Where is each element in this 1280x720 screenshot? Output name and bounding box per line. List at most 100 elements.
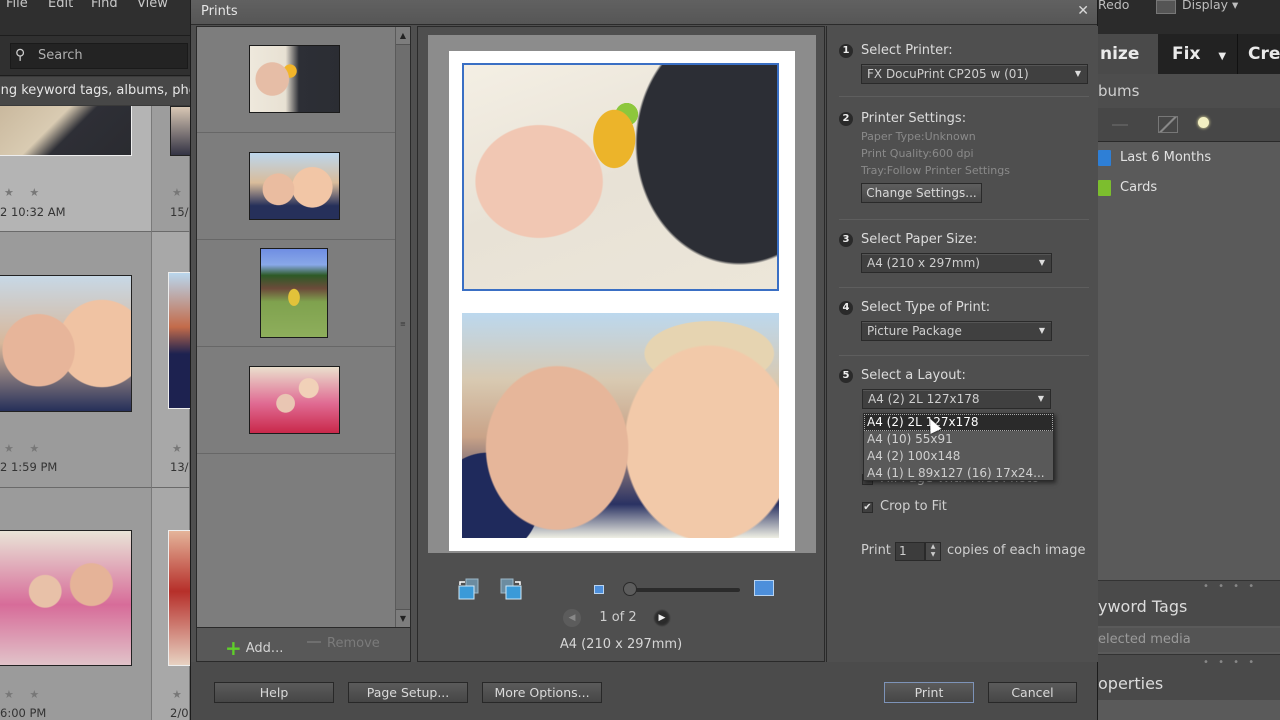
tray-info: Tray:Follow Printer Settings [861, 164, 1010, 177]
layout-option[interactable]: A4 (2) 100x148 [864, 448, 1053, 465]
preview-photo-2[interactable] [462, 313, 779, 538]
media-date: 2 1:59 PM [0, 460, 58, 474]
album-label: Last 6 Months [1120, 150, 1212, 165]
zoom-slider-handle[interactable] [623, 582, 637, 596]
change-settings-button[interactable]: Change Settings... [861, 183, 982, 203]
media-cell[interactable]: ★ 15/ [152, 106, 190, 232]
media-date: 15/ [170, 205, 189, 219]
divider [839, 219, 1089, 220]
step-title: Select a Layout: [861, 368, 966, 383]
tab-fix[interactable]: Fix ▼ [1160, 34, 1238, 74]
tab-organize[interactable]: nize [1098, 34, 1158, 74]
thumbnail-item[interactable] [197, 348, 395, 454]
scroll-grip-icon[interactable]: ≡ [400, 320, 406, 328]
media-cell[interactable]: ★ 13/ [152, 232, 190, 488]
step-number: 1 [839, 44, 853, 58]
tab-create[interactable]: Creat [1240, 34, 1280, 74]
menu-find[interactable]: Find [91, 0, 118, 11]
next-page-button[interactable]: ▶ [653, 609, 671, 627]
media-cell[interactable]: ★ ★ 2 1:59 PM [0, 232, 152, 488]
zoom-out-icon[interactable] [594, 585, 604, 594]
stepper-down-icon[interactable]: ▼ [926, 551, 940, 559]
background-menubar: File Edit Find View [0, 0, 190, 36]
menu-edit[interactable]: Edit [48, 0, 73, 11]
remove-photo-button[interactable]: Remove [307, 636, 380, 651]
paper-type-info: Paper Type:Unknown [861, 130, 976, 143]
rotate-right-icon[interactable] [498, 577, 524, 603]
step-number: 4 [839, 301, 853, 315]
media-cell[interactable]: ★ ★ 2 10:32 AM [0, 106, 152, 232]
add-photo-button[interactable]: + Add... [225, 636, 283, 660]
layout-option[interactable]: A4 (10) 55x91 [864, 431, 1053, 448]
menu-file[interactable]: File [6, 0, 28, 11]
zoom-in-icon[interactable] [754, 580, 774, 596]
copies-input[interactable]: 1 [895, 542, 925, 561]
step-title: Select Type of Print: [861, 300, 991, 315]
close-icon[interactable]: ✕ [1077, 3, 1089, 19]
dialog-footer: Help Page Setup... More Options... Print… [191, 662, 1097, 720]
printer-select[interactable]: FX DocuPrint CP205 w (01) ▼ [861, 64, 1088, 84]
media-cell[interactable]: ★ 2/0 [152, 488, 190, 720]
thumbnail-item[interactable] [197, 134, 395, 240]
rating-stars: ★ [172, 688, 188, 701]
dialog-titlebar[interactable]: Prints ✕ [191, 0, 1097, 25]
keyword-tags-panel[interactable]: • • • • yword Tags [1098, 580, 1280, 626]
photo-thumbnail-list: ▲ ≡ ▼ [196, 26, 411, 628]
cancel-button[interactable]: Cancel [988, 682, 1077, 703]
background-search-input[interactable]: ⚲ Search [10, 43, 188, 69]
properties-panel[interactable]: • • • • operties [1098, 654, 1280, 700]
print-button[interactable]: Print [884, 682, 974, 703]
step-number: 2 [839, 112, 853, 126]
minus-icon [307, 641, 321, 643]
panel-grip[interactable]: • • • • [1203, 657, 1257, 668]
redo-button[interactable]: Redo [1098, 0, 1129, 12]
albums-header: bums [1098, 74, 1280, 108]
rotate-left-icon[interactable] [456, 577, 482, 603]
layout-dropdown-list: A4 (2) 2L 127x178 A4 (10) 55x91 A4 (2) 1… [863, 413, 1054, 481]
paper-size-select-value: A4 (210 x 297mm) [867, 256, 980, 270]
media-thumbnail [170, 106, 190, 156]
preview-photo-1[interactable] [462, 63, 779, 291]
layout-option[interactable]: A4 (1) L 89x127 (16) 17x24... [864, 465, 1053, 482]
divider [839, 355, 1089, 356]
page-setup-button[interactable]: Page Setup... [348, 682, 468, 703]
print-type-select[interactable]: Picture Package ▼ [861, 321, 1052, 341]
media-date: 6:00 PM [0, 706, 47, 720]
background-right-panel: Redo Display ▾ nize Fix ▼ Creat bums Last… [1098, 0, 1280, 720]
search-label: Search [38, 48, 83, 63]
thumbnail-item[interactable] [197, 27, 395, 133]
edit-album-icon[interactable] [1158, 116, 1178, 133]
more-options-button[interactable]: More Options... [482, 682, 602, 703]
remove-album-icon[interactable] [1112, 124, 1128, 126]
thumbnail-item[interactable] [197, 241, 395, 347]
media-cell[interactable]: ★ ★ 6:00 PM [0, 488, 152, 720]
divider [839, 96, 1089, 97]
help-button[interactable]: Help [214, 682, 334, 703]
crop-to-fit-checkbox[interactable]: ✔ [862, 502, 873, 513]
chevron-down-icon: ▼ [1218, 51, 1227, 62]
paper-size-select[interactable]: A4 (210 x 297mm) ▼ [861, 253, 1052, 273]
thumbnail-scrollbar[interactable]: ▲ ≡ ▼ [395, 27, 410, 627]
step-title: Printer Settings: [861, 111, 967, 126]
stepper-up-icon[interactable]: ▲ [926, 543, 940, 551]
chevron-down-icon: ▼ [1038, 326, 1045, 335]
dialog-title: Prints [201, 4, 238, 19]
rating-stars: ★ ★ [4, 688, 46, 701]
zoom-slider[interactable] [628, 588, 740, 592]
lightbulb-icon[interactable] [1198, 117, 1209, 128]
scroll-down-icon[interactable]: ▼ [396, 609, 410, 627]
display-menu[interactable]: Display ▾ [1182, 0, 1238, 12]
menu-view[interactable]: View [137, 0, 168, 11]
layout-option[interactable]: A4 (2) 2L 127x178 [864, 414, 1053, 431]
panel-grip[interactable]: • • • • [1203, 581, 1257, 592]
print-preview-area: ◀ 1 of 2 ▶ A4 (210 x 297mm) [417, 26, 825, 662]
copies-suffix: copies of each image [947, 543, 1086, 558]
layout-select[interactable]: A4 (2) 2L 127x178 ▼ [862, 389, 1051, 409]
media-thumbnail [0, 530, 132, 666]
scroll-up-icon[interactable]: ▲ [396, 27, 410, 45]
step-number: 3 [839, 233, 853, 247]
media-thumbnail [168, 530, 190, 666]
copies-stepper[interactable]: ▲ ▼ [925, 542, 941, 561]
print-settings-panel: 1 Select Printer: FX DocuPrint CP205 w (… [826, 26, 1098, 662]
previous-page-button[interactable]: ◀ [563, 609, 581, 627]
